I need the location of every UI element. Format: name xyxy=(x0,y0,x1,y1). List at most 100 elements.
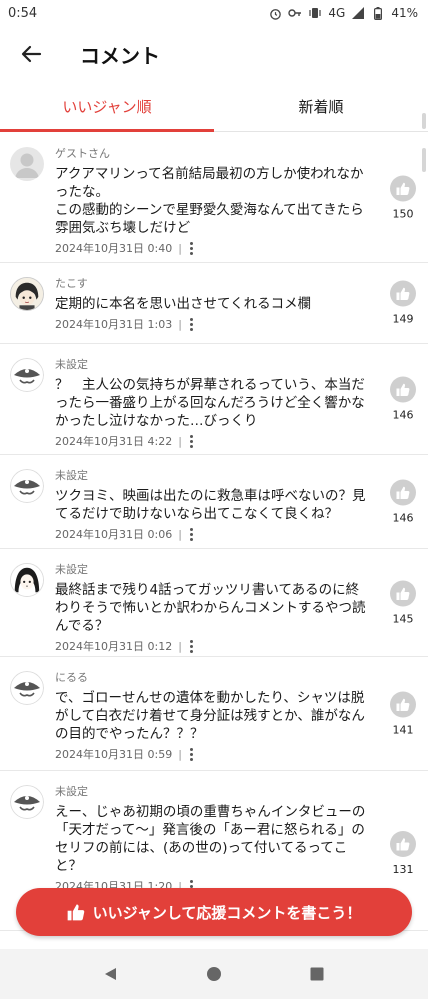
comment-author: 未設定 xyxy=(55,358,88,371)
like-count: 146 xyxy=(392,511,414,524)
like-button[interactable]: 149 xyxy=(390,280,416,326)
comment-list: ゲストさん アクアマリンって名前結局最初の方しか使われなかったな。 この感動的シ… xyxy=(0,133,428,931)
comment-body: 定期的に本名を思い出させてくれるコメ欄 xyxy=(55,296,312,312)
more-options-icon[interactable] xyxy=(189,639,193,653)
vibrate-icon xyxy=(308,6,322,20)
comment-item: にるる で、ゴローせんせの遺体を動かしたり、シャツは脱がして白衣だけ着せて身分証… xyxy=(0,657,428,771)
system-nav-bar xyxy=(0,949,428,999)
comment-item: 未設定 最終話まで残り4話ってガッツリ書いてあるのに終わりそうで怖いとか訳わから… xyxy=(0,549,428,657)
more-options-icon[interactable] xyxy=(189,241,193,255)
meta-divider: | xyxy=(178,747,182,761)
character-avatar-icon xyxy=(11,564,43,596)
thumbs-up-icon xyxy=(390,376,416,403)
nav-home-button[interactable] xyxy=(199,959,229,989)
comment-date: 2024年10月31日 4:22 xyxy=(55,435,173,448)
comment-meta: 2024年10月31日 4:22 | xyxy=(55,433,372,449)
status-time: 0:54 xyxy=(8,5,38,21)
comment-author: 未設定 xyxy=(55,785,88,798)
like-count: 141 xyxy=(392,723,414,736)
more-options-icon[interactable] xyxy=(189,434,193,448)
comments-screen: 0:54 4G 41% コメント いいジャン順 新着順 ゲストさん アクアマリン… xyxy=(0,0,428,999)
comment-author: 未設定 xyxy=(55,469,88,482)
avatar[interactable] xyxy=(10,469,44,503)
comment-body: ？ 主人公の気持ちが昇華されるっていう、本当だったら一番盛り上がる回なんだろうけ… xyxy=(55,377,365,429)
avatar[interactable] xyxy=(10,563,44,597)
more-options-icon[interactable] xyxy=(189,317,193,331)
like-count: 146 xyxy=(392,408,414,422)
nav-back-button[interactable] xyxy=(96,959,126,989)
like-count: 131 xyxy=(392,863,414,876)
thumbs-up-icon xyxy=(390,580,416,606)
thumbs-up-icon xyxy=(390,175,416,201)
app-bar: コメント xyxy=(0,26,428,82)
meta-divider: | xyxy=(178,241,182,255)
default-avatar-icon xyxy=(15,153,39,178)
like-count: 145 xyxy=(392,612,414,625)
comment-meta: 2024年10月31日 0:59 | xyxy=(55,746,372,762)
comment-author: たこす xyxy=(55,277,88,290)
sort-tabs: いいジャン順 新着順 xyxy=(0,82,428,132)
comment-date: 2024年10月31日 0:40 xyxy=(55,242,173,255)
comment-item: 未設定 ツクヨミ、映画は出たのに救急車は呼べないの？見てるだけで助けないなら出て… xyxy=(0,455,428,549)
circle-home-icon xyxy=(206,967,221,981)
like-button[interactable]: 145 xyxy=(390,580,416,625)
comment-item: たこす 定期的に本名を思い出させてくれるコメ欄 2024年10月31日 1:03… xyxy=(0,263,428,344)
like-button[interactable]: 150 xyxy=(390,175,416,220)
more-options-icon[interactable] xyxy=(189,527,193,541)
status-bar: 0:54 4G 41% xyxy=(0,0,428,26)
key-icon xyxy=(288,6,302,20)
comment-item: ゲストさん アクアマリンって名前結局最初の方しか使われなかったな。 この感動的シ… xyxy=(0,133,428,263)
comment-date: 2024年10月31日 1:03 xyxy=(55,318,173,331)
comment-item: 未設定 ？ 主人公の気持ちが昇華されるっていう、本当だったら一番盛り上がる回なん… xyxy=(0,344,428,455)
page-title: コメント xyxy=(80,43,160,68)
pirate-hat-avatar-icon xyxy=(10,469,44,503)
meta-divider: | xyxy=(178,434,182,448)
comment-date: 2024年10月31日 0:12 xyxy=(55,640,173,653)
square-recents-icon xyxy=(310,967,324,981)
signal-icon xyxy=(351,6,365,20)
comment-body: 最終話まで残り4話ってガッツリ書いてあるのに終わりそうで怖いとか訳わからんコメン… xyxy=(55,582,366,634)
avatar[interactable] xyxy=(10,147,44,181)
tab-newest[interactable]: 新着順 xyxy=(214,82,428,131)
meta-divider: | xyxy=(178,317,182,331)
back-button[interactable] xyxy=(18,41,44,67)
thumbs-up-icon xyxy=(390,831,416,857)
network-label: 4G xyxy=(328,6,346,20)
comment-author: にるる xyxy=(55,671,88,684)
comment-body: アクアマリンって名前結局最初の方しか使われなかったな。 この感動的シーンで星野愛… xyxy=(55,166,364,236)
thumbs-up-icon xyxy=(390,479,416,505)
triangle-back-icon xyxy=(105,968,117,980)
comment-meta: 2024年10月31日 1:03 | xyxy=(55,316,372,332)
like-count: 150 xyxy=(392,207,414,220)
like-button[interactable]: 141 xyxy=(390,691,416,736)
meta-divider: | xyxy=(178,639,182,653)
comment-meta: 2024年10月31日 0:06 | xyxy=(55,526,372,542)
battery-icon xyxy=(371,6,385,20)
write-comment-button[interactable]: いいジャンして応援コメントを書こう！ xyxy=(16,888,412,936)
pirate-hat-avatar-icon xyxy=(10,358,44,392)
pirate-hat-avatar-icon xyxy=(10,785,44,819)
avatar[interactable] xyxy=(10,277,44,311)
comment-date: 2024年10月31日 0:06 xyxy=(55,528,173,541)
avatar[interactable] xyxy=(10,785,44,819)
more-options-icon[interactable] xyxy=(189,747,193,761)
battery-percent: 41% xyxy=(391,6,418,20)
tabs-scroll-thumb xyxy=(422,113,426,129)
comment-author: ゲストさん xyxy=(55,147,110,160)
like-count: 149 xyxy=(392,312,414,326)
character-avatar-icon xyxy=(11,278,43,310)
like-button[interactable]: 146 xyxy=(390,376,416,422)
comment-body: えー、じゃあ初期の頃の重曹ちゃんインタビューの「天才だって〜」発言後の「あー君に… xyxy=(55,804,366,874)
avatar[interactable] xyxy=(10,671,44,705)
alarm-icon xyxy=(268,6,282,20)
like-button[interactable]: 131 xyxy=(390,831,416,876)
avatar[interactable] xyxy=(10,358,44,392)
comment-author: 未設定 xyxy=(55,563,88,576)
like-button[interactable]: 146 xyxy=(390,479,416,524)
tab-popular[interactable]: いいジャン順 xyxy=(0,82,214,131)
thumbs-up-icon xyxy=(390,280,416,307)
nav-recents-button[interactable] xyxy=(302,959,332,989)
thumbs-up-icon xyxy=(390,691,416,717)
status-icons: 4G 41% xyxy=(268,6,418,20)
comment-body: で、ゴローせんせの遺体を動かしたり、シャツは脱がして白衣だけ着せて身分証は残すと… xyxy=(55,690,365,742)
